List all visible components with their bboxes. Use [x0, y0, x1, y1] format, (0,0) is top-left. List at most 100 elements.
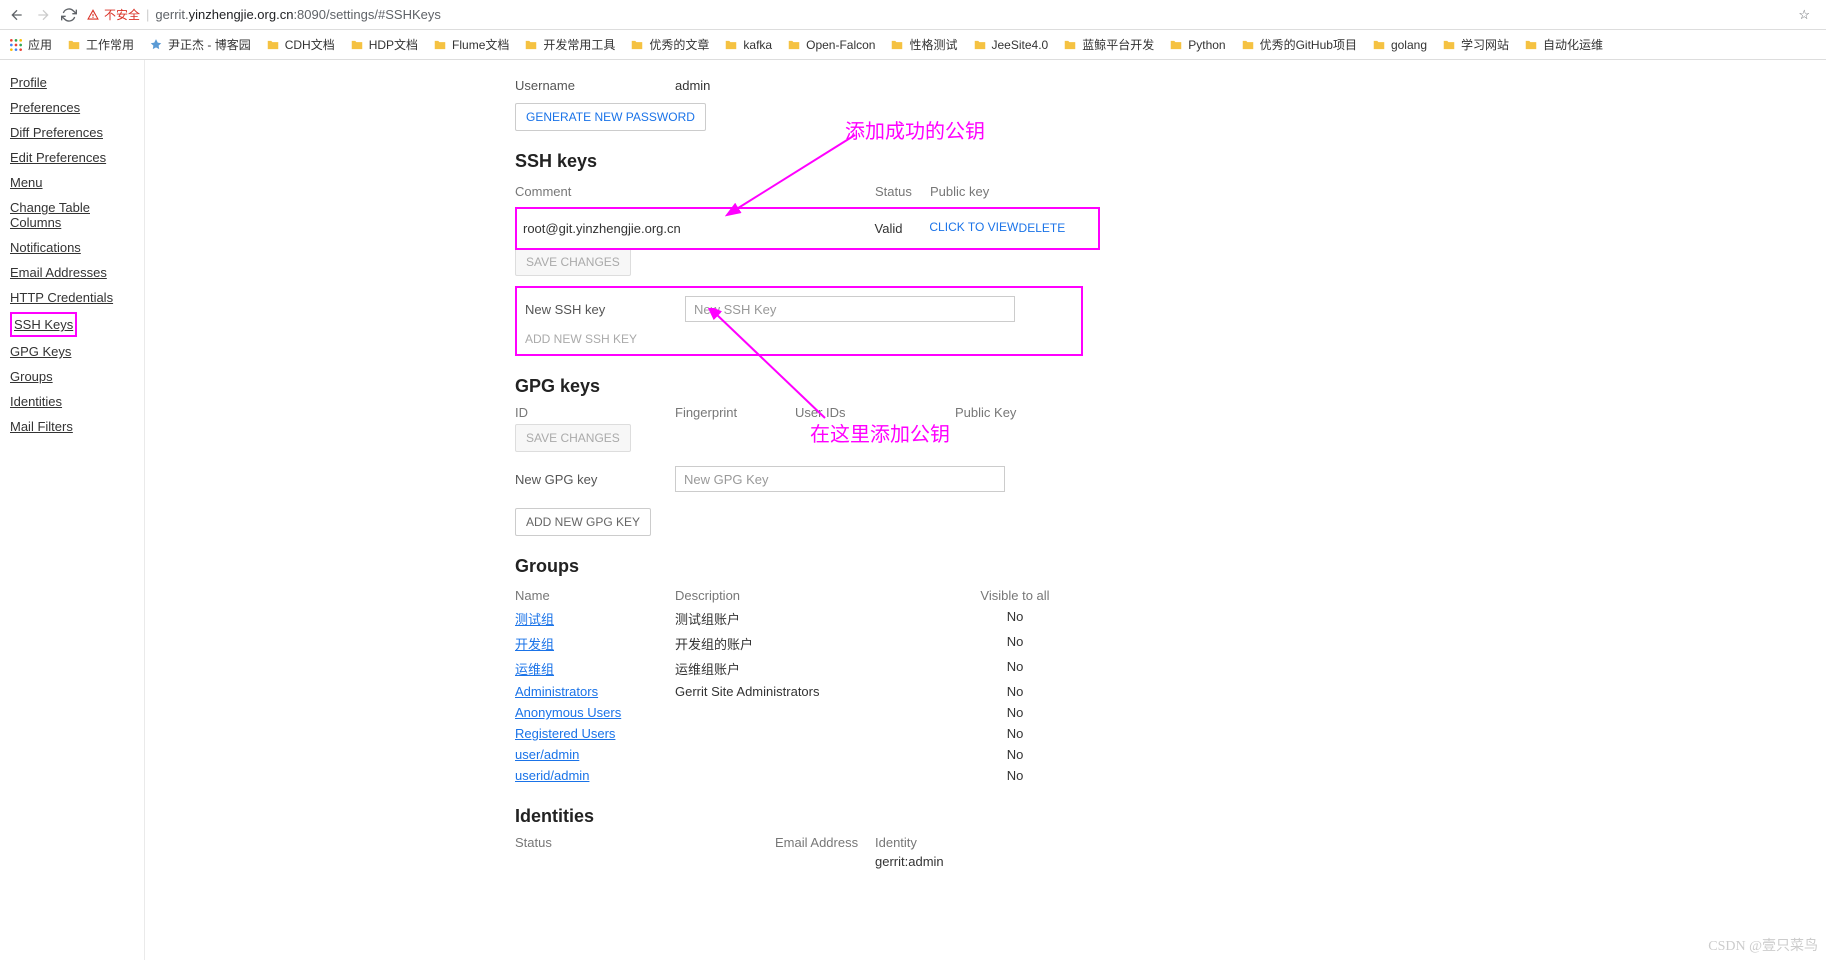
new-ssh-label: New SSH key	[525, 302, 685, 317]
group-visible: No	[975, 768, 1055, 783]
bookmark-item[interactable]: 优秀的文章	[629, 36, 709, 53]
bookmark-item[interactable]: 蓝鲸平台开发	[1062, 36, 1154, 53]
group-name-link[interactable]: 测试组	[515, 612, 554, 627]
group-visible: No	[975, 726, 1055, 741]
group-name-link[interactable]: userid/admin	[515, 768, 589, 783]
folder-icon	[1441, 37, 1457, 53]
groups-table: Name Description Visible to all 测试组 测试组账…	[515, 585, 1055, 786]
bookmark-item[interactable]: CDH文档	[265, 36, 335, 53]
sidebar-item[interactable]: Change Table Columns	[10, 195, 144, 235]
bookmark-item[interactable]: Flume文档	[432, 36, 509, 53]
sidebar-item[interactable]: Notifications	[10, 235, 144, 260]
folder-icon	[432, 37, 448, 53]
ssh-key-row: root@git.yinzhengjie.org.cn Valid CLICK …	[515, 207, 1100, 250]
folder-icon	[889, 37, 905, 53]
bookmark-item[interactable]: 开发常用工具	[523, 36, 615, 53]
sidebar-item[interactable]: Email Addresses	[10, 260, 144, 285]
group-row: Registered Users No	[515, 723, 1055, 744]
sidebar-item[interactable]: Edit Preferences	[10, 145, 144, 170]
settings-sidebar: ProfilePreferencesDiff PreferencesEdit P…	[0, 60, 145, 960]
folder-icon	[1240, 37, 1256, 53]
bookmark-item[interactable]: 自动化运维	[1523, 36, 1603, 53]
sidebar-item[interactable]: GPG Keys	[10, 339, 144, 364]
bookmark-item[interactable]: kafka	[723, 36, 772, 53]
sidebar-item[interactable]: Preferences	[10, 95, 144, 120]
bookmark-item[interactable]: 优秀的GitHub项目	[1240, 36, 1357, 53]
new-gpg-label: New GPG key	[515, 472, 675, 487]
group-description	[675, 726, 975, 741]
identities-title: Identities	[515, 806, 1786, 827]
group-description	[675, 747, 975, 762]
col-id-status: Status	[515, 835, 775, 850]
group-description: Gerrit Site Administrators	[675, 684, 975, 699]
bookmark-item[interactable]: 工作常用	[66, 36, 134, 53]
back-icon[interactable]	[8, 6, 26, 24]
group-description	[675, 768, 975, 783]
url-bar[interactable]: 不安全 | gerrit.yinzhengjie.org.cn:8090/set…	[86, 6, 1790, 23]
insecure-label: 不安全	[104, 6, 140, 23]
bookmark-item[interactable]: Open-Falcon	[786, 36, 875, 53]
ssh-status: Valid	[875, 217, 930, 240]
star-icon[interactable]: ☆	[1798, 7, 1810, 23]
bookmark-item[interactable]: Python	[1168, 36, 1225, 53]
new-ssh-key-box: New SSH key ADD NEW SSH KEY	[515, 286, 1083, 356]
generate-password-button[interactable]: GENERATE NEW PASSWORD	[515, 103, 706, 131]
url-text: gerrit.yinzhengjie.org.cn:8090/settings/…	[155, 7, 440, 22]
sidebar-item[interactable]: Diff Preferences	[10, 120, 144, 145]
sidebar-item[interactable]: Groups	[10, 364, 144, 389]
group-name-link[interactable]: 开发组	[515, 637, 554, 652]
sidebar-item[interactable]: Profile	[10, 70, 144, 95]
bookmark-item[interactable]: 学习网站	[1441, 36, 1509, 53]
group-name-link[interactable]: user/admin	[515, 747, 579, 762]
sidebar-item[interactable]: Menu	[10, 170, 144, 195]
sidebar-item[interactable]: Identities	[10, 389, 144, 414]
col-visible: Visible to all	[975, 588, 1055, 603]
bookmark-item[interactable]: 性格测试	[889, 36, 957, 53]
folder-icon	[523, 37, 539, 53]
col-fingerprint: Fingerprint	[675, 405, 795, 420]
col-id-identity: Identity	[875, 835, 917, 850]
bookmark-item[interactable]: golang	[1371, 36, 1427, 53]
folder-icon	[1062, 37, 1078, 53]
add-gpg-button[interactable]: ADD NEW GPG KEY	[515, 508, 651, 536]
bookmark-item[interactable]: HDP文档	[349, 36, 418, 53]
group-row: Anonymous Users No	[515, 702, 1055, 723]
folder-icon	[1168, 37, 1184, 53]
sidebar-item[interactable]: Mail Filters	[10, 414, 144, 439]
apps-button[interactable]: 应用	[8, 36, 52, 53]
ssh-view-link[interactable]: CLICK TO VIEW	[929, 217, 1018, 240]
folder-icon	[1371, 37, 1387, 53]
watermark: CSDN @壹只菜鸟	[1708, 935, 1818, 955]
reload-icon[interactable]	[60, 6, 78, 24]
group-description: 测试组账户	[675, 609, 975, 628]
ssh-delete-link[interactable]: DELETE	[1019, 217, 1098, 240]
group-row: 测试组 测试组账户 No	[515, 606, 1055, 631]
folder-icon	[786, 37, 802, 53]
col-id: ID	[515, 405, 675, 420]
group-name-link[interactable]: Administrators	[515, 684, 598, 699]
group-visible: No	[975, 634, 1055, 653]
bookmarks-bar: 应用 工作常用尹正杰 - 博客园CDH文档HDP文档Flume文档开发常用工具优…	[0, 30, 1826, 60]
sidebar-item[interactable]: HTTP Credentials	[10, 285, 144, 310]
folder-icon	[349, 37, 365, 53]
groups-title: Groups	[515, 556, 1786, 577]
ssh-keys-title: SSH keys	[515, 151, 1786, 172]
group-visible: No	[975, 659, 1055, 678]
col-description: Description	[675, 588, 975, 603]
group-name-link[interactable]: Anonymous Users	[515, 705, 621, 720]
add-ssh-button[interactable]: ADD NEW SSH KEY	[525, 332, 1073, 346]
col-id-email: Email Address	[775, 835, 875, 850]
folder-icon	[723, 37, 739, 53]
bookmark-item[interactable]: 尹正杰 - 博客园	[148, 36, 251, 53]
group-name-link[interactable]: Registered Users	[515, 726, 615, 741]
annotation-add-here: 在这里添加公钥	[810, 418, 950, 447]
new-gpg-input[interactable]	[675, 466, 1005, 492]
folder-icon	[148, 37, 164, 53]
sidebar-item[interactable]: SSH Keys	[10, 312, 77, 337]
bookmark-item[interactable]: JeeSite4.0	[972, 36, 1049, 53]
col-name: Name	[515, 588, 675, 603]
insecure-badge: 不安全	[86, 6, 140, 23]
new-ssh-input[interactable]	[685, 296, 1015, 322]
group-name-link[interactable]: 运维组	[515, 662, 554, 677]
forward-icon[interactable]	[34, 6, 52, 24]
